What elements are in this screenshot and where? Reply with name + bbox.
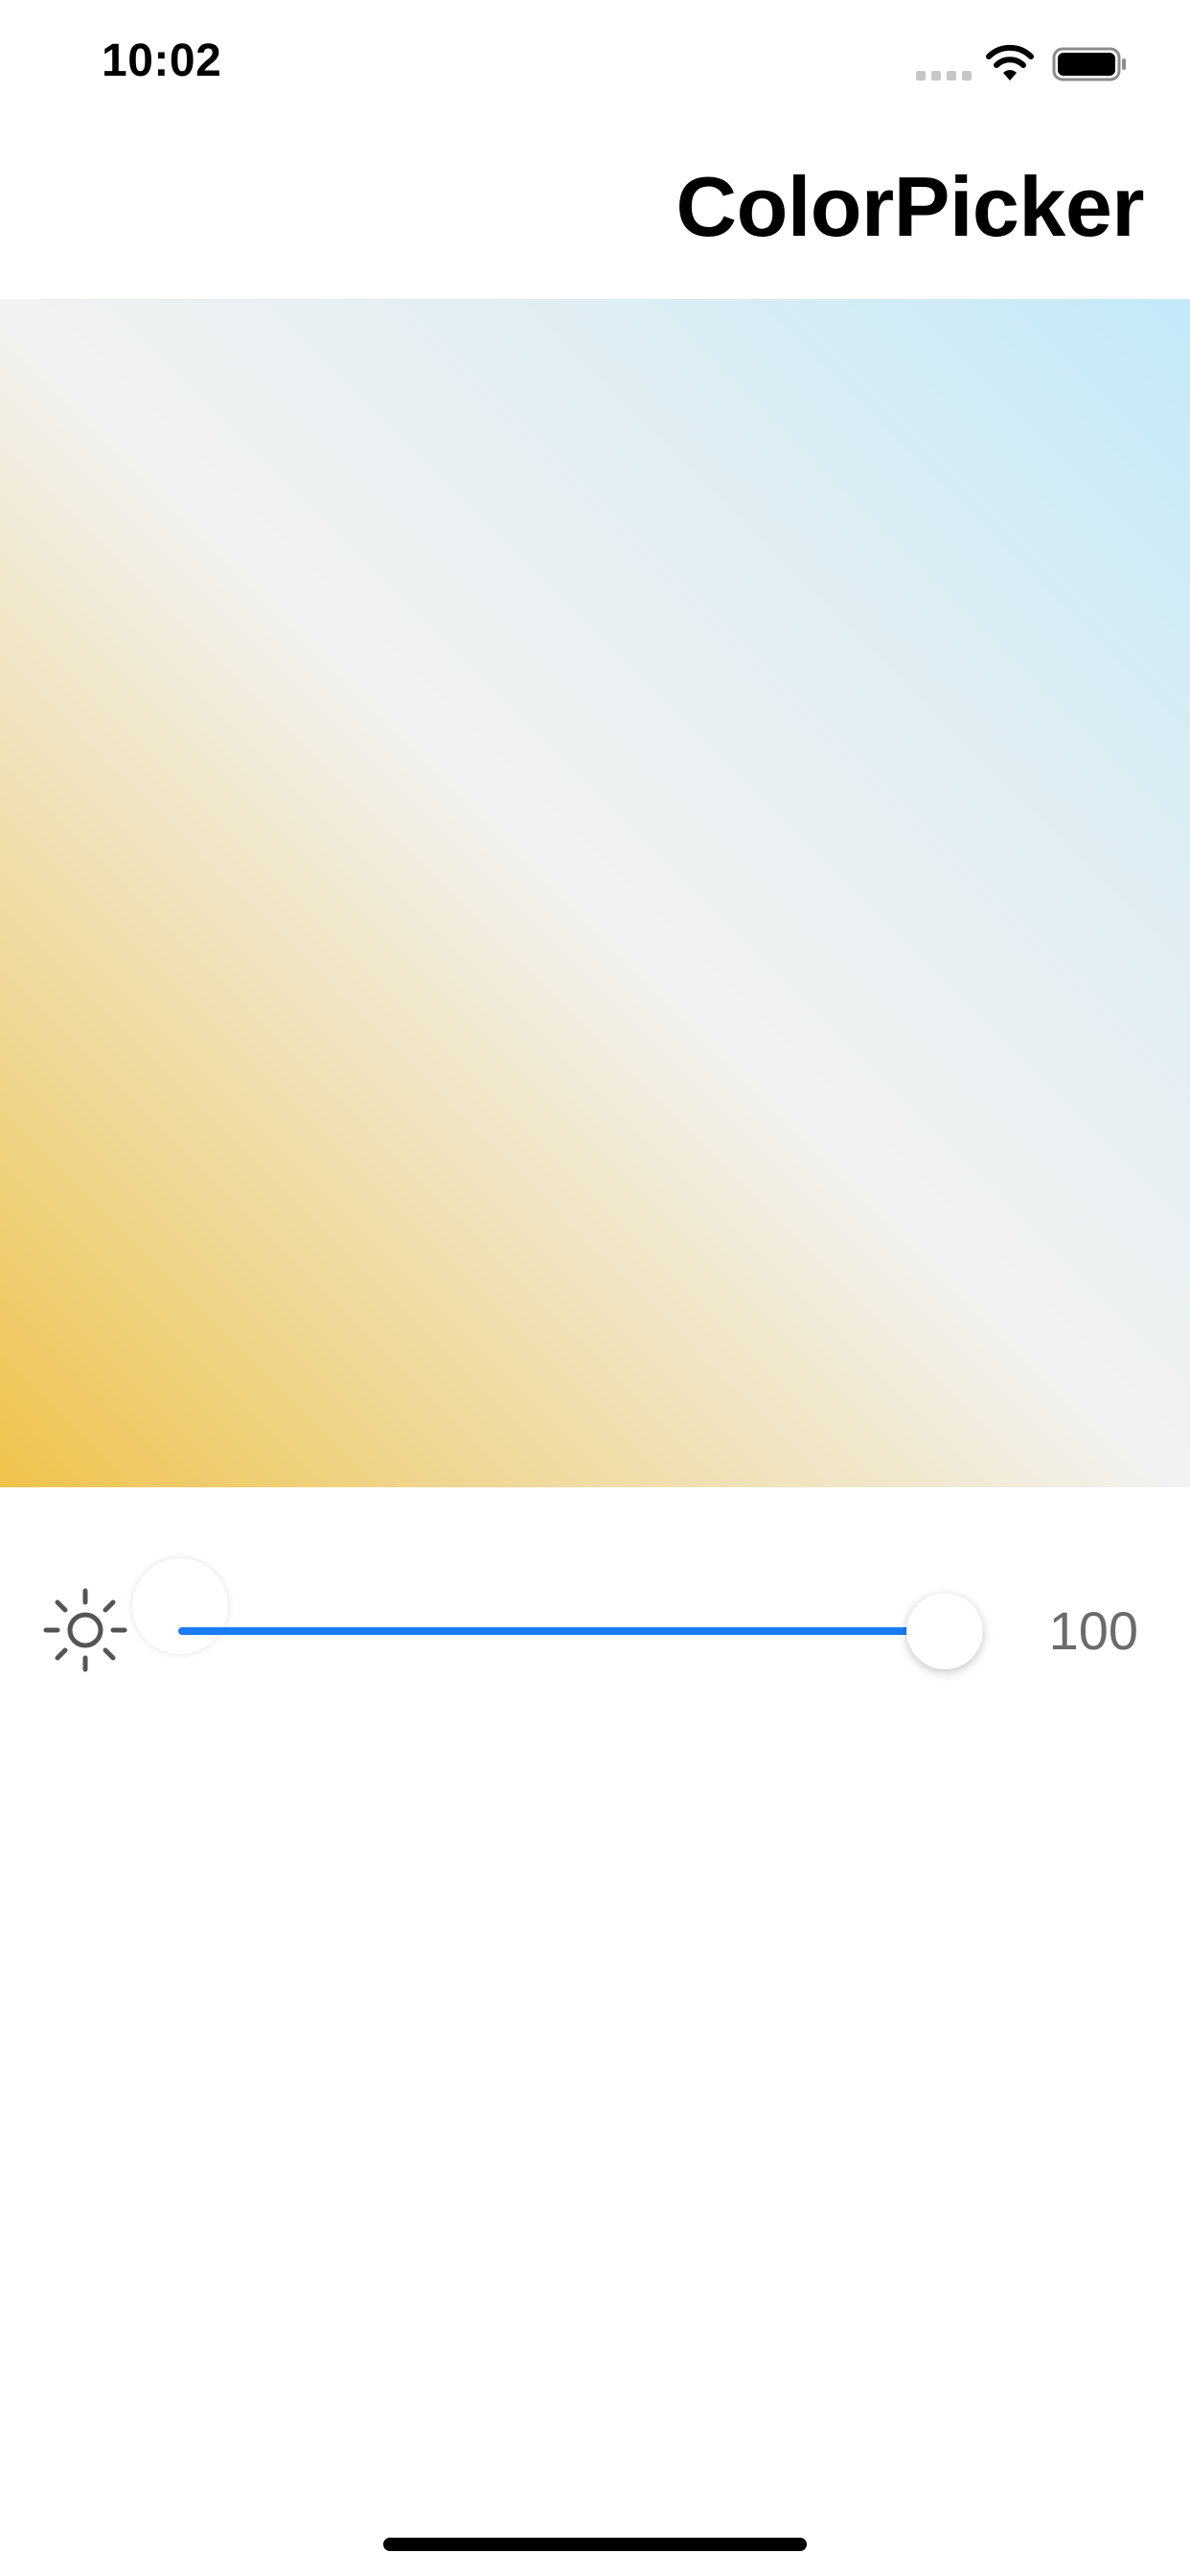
brightness-value: 100	[1048, 1600, 1138, 1661]
brightness-slider-row: 100	[0, 1572, 1190, 1687]
wifi-icon	[986, 44, 1034, 80]
brightness-slider-thumb[interactable]	[906, 1593, 983, 1669]
battery-icon	[1052, 47, 1126, 81]
status-bar: 10:02	[0, 0, 1190, 126]
cellular-signal-icon	[916, 71, 972, 80]
brightness-slider-fill	[178, 1627, 945, 1635]
page-title: ColorPicker	[675, 159, 1145, 254]
home-indicator[interactable]	[383, 2538, 807, 2551]
brightness-slider-track[interactable]	[178, 1627, 945, 1635]
status-time: 10:02	[102, 35, 222, 86]
color-plane[interactable]	[0, 299, 1190, 1654]
sun-icon	[43, 1588, 127, 1672]
